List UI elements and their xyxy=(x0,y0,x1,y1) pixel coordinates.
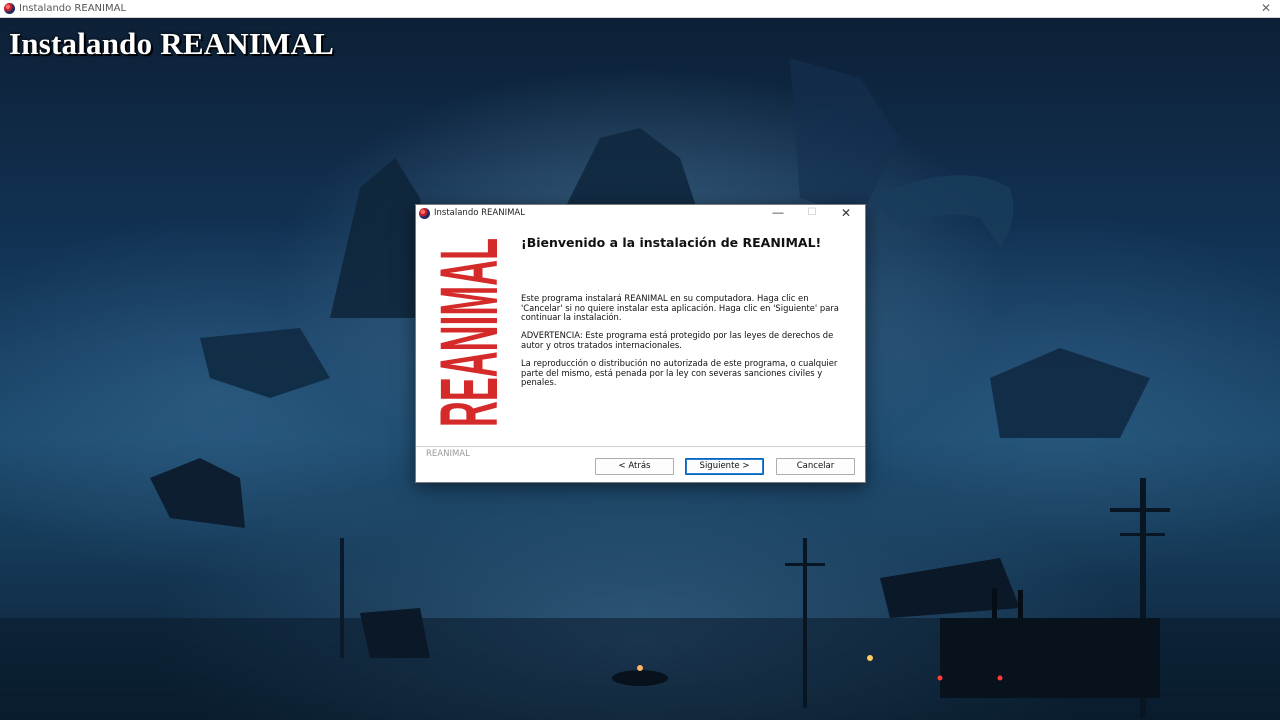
back-button[interactable]: < Atrás xyxy=(595,458,674,475)
maximize-button[interactable]: ☐ xyxy=(795,205,829,221)
cancel-button[interactable]: Cancelar xyxy=(776,458,855,475)
minimize-button[interactable]: — xyxy=(761,205,795,221)
logo-text: REANIMAL xyxy=(430,238,500,427)
window-close-button[interactable]: ✕ xyxy=(1261,1,1271,15)
dialog-app-icon xyxy=(419,207,430,219)
reanimal-logo: REANIMAL xyxy=(430,238,500,427)
legal-paragraph: La reproducción o distribución no autori… xyxy=(521,358,838,387)
window-titlebar: Instalando REANIMAL ✕ xyxy=(0,0,1280,18)
intro-paragraph: Este programa instalará REANIMAL en su c… xyxy=(521,293,839,322)
dialog-title: Instalando REANIMAL xyxy=(434,208,525,218)
dialog-body: REANIMAL ¡Bienvenido a la instalación de… xyxy=(416,222,865,446)
installer-heading: Instalando REANIMAL xyxy=(9,26,335,61)
app-icon xyxy=(4,3,15,14)
dialog-titlebar: Instalando REANIMAL — ☐ ✕ xyxy=(416,205,865,221)
warning-paragraph: ADVERTENCIA: Este programa está protegid… xyxy=(521,330,834,350)
installer-dialog: Instalando REANIMAL — ☐ ✕ REANIMAL ¡Bien… xyxy=(415,204,866,483)
window-title: Instalando REANIMAL xyxy=(19,3,127,14)
dialog-close-button[interactable]: ✕ xyxy=(829,205,863,221)
welcome-title: ¡Bienvenido a la instalación de REANIMAL… xyxy=(521,235,822,250)
next-button[interactable]: Siguiente > xyxy=(685,458,764,475)
brand-label: REANIMAL xyxy=(426,449,470,459)
dialog-separator xyxy=(416,446,865,447)
